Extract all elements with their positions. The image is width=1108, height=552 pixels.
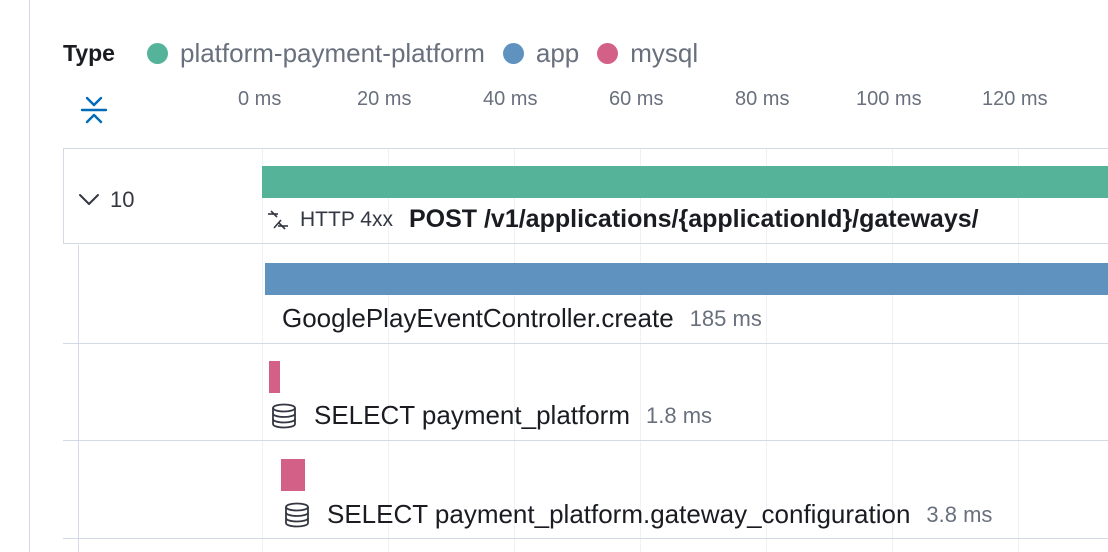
collapse-all-icon[interactable]	[80, 93, 108, 127]
span-duration-bar[interactable]	[265, 263, 1108, 295]
panel-border	[29, 0, 30, 552]
span-duration: 185 ms	[689, 305, 762, 331]
database-icon	[285, 502, 309, 527]
timeline-tick: 120 ms	[982, 88, 1048, 110]
span-duration: 1.8 ms	[646, 402, 713, 428]
span-name: GooglePlayEventController.create	[282, 303, 674, 333]
http-status-badge: HTTP 4xx	[300, 207, 393, 231]
chevron-down-icon	[79, 194, 99, 205]
legend-item-mysql: mysql	[597, 38, 698, 69]
tree-connector-line	[78, 245, 79, 552]
span-label[interactable]: GooglePlayEventController.create 185 ms	[282, 303, 762, 334]
legend-item-platform-payment-platform: platform-payment-platform	[146, 37, 485, 69]
timeline-tick: 80 ms	[735, 88, 790, 110]
legend-dot-icon	[502, 42, 524, 64]
legend-item-label: platform-payment-platform	[179, 37, 485, 68]
database-icon	[272, 403, 296, 428]
timeline-tick: 100 ms	[856, 88, 922, 110]
legend-dot-icon	[597, 42, 619, 64]
legend-item-label: mysql	[630, 37, 699, 68]
waterfall: 10 HTTP 4xx POST /v1/applications/{appli…	[63, 148, 1108, 552]
timeline-tick: 20 ms	[357, 88, 412, 110]
child-count: 10	[110, 187, 135, 212]
legend-title: Type	[63, 39, 115, 66]
transaction-label[interactable]: HTTP 4xx POST /v1/applications/{applicat…	[266, 205, 979, 234]
legend-dot-icon	[146, 42, 168, 64]
transaction-duration-bar[interactable]	[262, 166, 1108, 198]
span-label[interactable]: SELECT payment_platform.gateway_configur…	[283, 499, 992, 530]
trace-waterfall-panel: Type platform-payment-platform app mysql…	[0, 0, 1108, 552]
legend-item-app: app	[502, 37, 580, 69]
span-duration: 3.8 ms	[926, 501, 993, 527]
row-divider	[63, 538, 1108, 539]
timeline-tick: 60 ms	[609, 88, 664, 110]
span-name: SELECT payment_platform	[314, 400, 630, 430]
timeline-tick: 40 ms	[483, 88, 538, 110]
span-duration-bar[interactable]	[281, 459, 305, 491]
row-divider	[63, 440, 1108, 441]
legend-item-label: app	[535, 37, 580, 68]
accordion-toggle[interactable]: 10	[78, 187, 134, 213]
exit-transaction-icon	[268, 209, 288, 230]
type-legend: Type platform-payment-platform app mysql	[63, 36, 716, 70]
timeline-tick: 0 ms	[238, 88, 282, 110]
transaction-name: POST /v1/applications/{applicationId}/ga…	[408, 205, 979, 233]
span-duration-bar[interactable]	[269, 361, 280, 393]
row-divider	[63, 343, 1108, 344]
span-name: SELECT payment_platform.gateway_configur…	[327, 499, 911, 529]
root-transaction-row[interactable]: 10 HTTP 4xx POST /v1/applications/{appli…	[63, 148, 1108, 244]
span-label[interactable]: SELECT payment_platform 1.8 ms	[270, 400, 712, 431]
